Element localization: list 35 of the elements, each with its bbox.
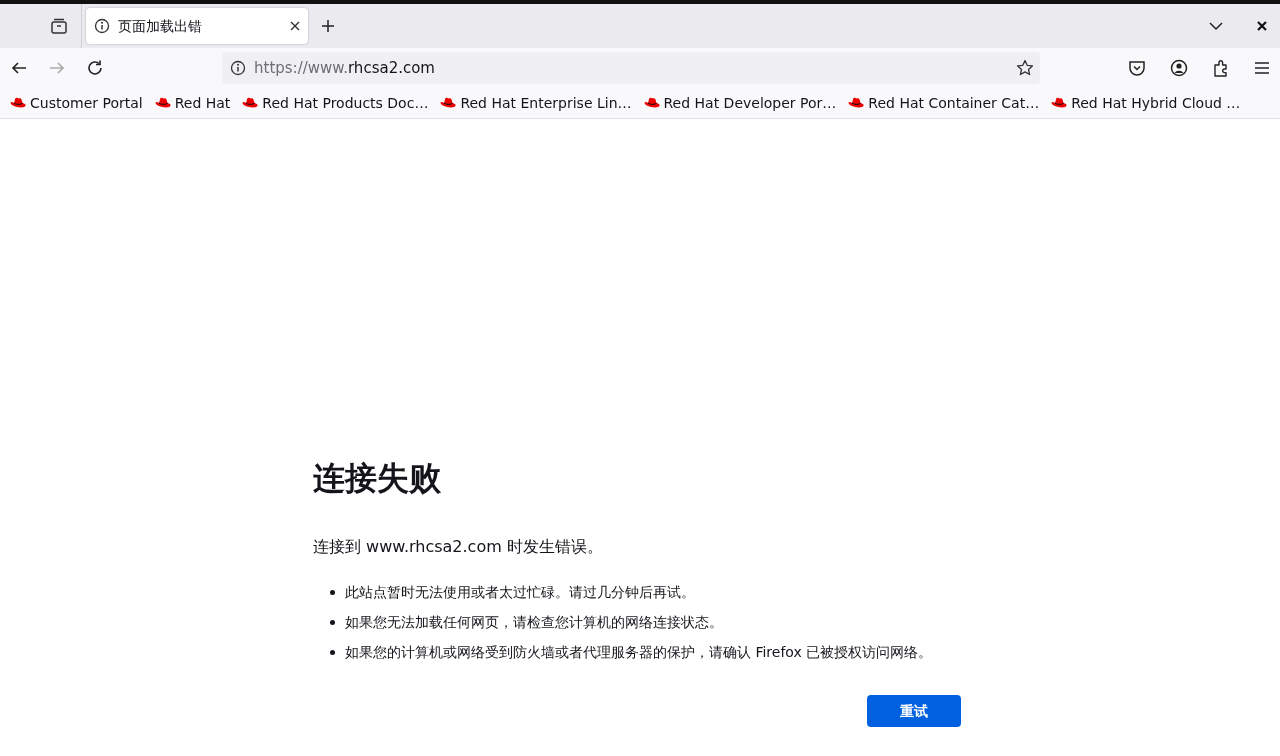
bullet-text: 如果您的计算机或网络受到防火墙或者代理服务器的保护，请确认 Firefox 已被授权访问网络。 (345, 642, 933, 662)
address-bar[interactable]: https://www.rhcsa2.com (222, 52, 1040, 84)
bullet-text: 如果您无法加载任何网页，请检查您计算机的网络连接状态。 (345, 612, 723, 632)
tab-title: 页面加载出错 (118, 16, 203, 36)
bookmark-link[interactable]: Customer Portal (10, 92, 143, 114)
hat-icon (1051, 97, 1068, 109)
bullet-text: 此站点暂时无法使用或者太过忙碌。请过几分钟后再试。 (345, 582, 695, 602)
info-icon (94, 18, 110, 34)
hat-icon (10, 97, 26, 109)
info-icon[interactable] (230, 60, 246, 76)
bookmark-link[interactable]: Red Hat (154, 92, 231, 114)
back-arrow-icon[interactable] (10, 60, 28, 76)
reload-icon[interactable] (86, 59, 104, 77)
bookmark-link[interactable]: Red Hat Container Cat… (848, 92, 1040, 114)
plus-icon[interactable] (320, 18, 336, 34)
close-icon[interactable] (1256, 20, 1268, 32)
hat-icon (242, 97, 259, 109)
bookmark-link[interactable]: Red Hat Products Doc… (242, 92, 429, 114)
hat-icon (440, 97, 457, 109)
bullet-icon (330, 649, 335, 655)
retry-button[interactable]: 重试 (867, 695, 961, 728)
bullet-icon (330, 619, 335, 625)
bullet-icon (330, 589, 335, 595)
bookmark-star-icon[interactable] (1016, 59, 1034, 77)
tab-manager-icon[interactable] (49, 18, 68, 34)
tab-close-button[interactable] (290, 21, 300, 31)
bookmark-link[interactable]: Red Hat Developer Por… (643, 92, 837, 114)
bookmark-link[interactable]: Red Hat Enterprise Lin… (440, 92, 632, 114)
hat-icon (154, 97, 171, 109)
error-message: 连接到 www.rhcsa2.com 时发生错误。 (313, 536, 604, 559)
error-title: 连接失败 (313, 459, 442, 498)
browser-tab[interactable]: 页面加载出错 (86, 8, 308, 44)
hat-icon (848, 97, 865, 109)
bookmark-link[interactable]: Red Hat Hybrid Cloud … (1051, 92, 1241, 114)
hat-icon (643, 97, 660, 109)
